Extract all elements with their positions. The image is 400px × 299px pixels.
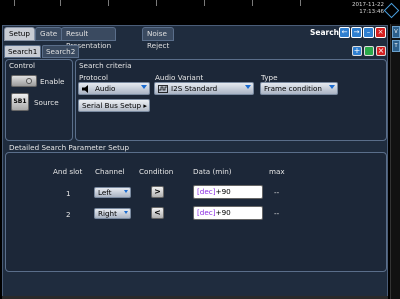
tab-gate[interactable]: Gate bbox=[35, 27, 63, 41]
close-icon[interactable]: × bbox=[375, 27, 386, 38]
time-text: 17:13:46 bbox=[359, 9, 384, 15]
row2-data-field[interactable]: [dec]+90 bbox=[193, 206, 263, 220]
trigger-button[interactable]: T bbox=[392, 40, 400, 52]
control-title: Control bbox=[9, 61, 35, 70]
header-data-min: Data (min) bbox=[193, 167, 232, 176]
enable-label: Enable bbox=[40, 77, 65, 86]
protocol-label: Protocol bbox=[79, 73, 108, 82]
tab-result-presentation[interactable]: Result Presentation bbox=[61, 27, 117, 50]
right-side-strip: V T bbox=[390, 24, 400, 299]
row2-data-prefix: [dec] bbox=[197, 208, 216, 217]
row2-channel-dropdown[interactable]: Right bbox=[94, 208, 131, 219]
audio-variant-label: Audio Variant bbox=[155, 73, 204, 82]
tab-search1[interactable]: Search1 bbox=[4, 45, 42, 58]
row2-data-value: +90 bbox=[215, 208, 231, 217]
back-icon[interactable]: ← bbox=[339, 27, 350, 38]
row1-data-value: +90 bbox=[215, 187, 231, 196]
search-dialog: Setup Gate Result Presentation Noise Rej… bbox=[2, 25, 388, 297]
tab-setup[interactable]: Setup bbox=[4, 27, 35, 41]
chevron-right-icon: ▸ bbox=[143, 101, 147, 110]
vertical-button[interactable]: V bbox=[392, 26, 400, 38]
type-label: Type bbox=[261, 73, 278, 82]
top-status-bar: 2017-11-22 17:13:46 bbox=[0, 0, 400, 24]
row1-channel-value: Left bbox=[98, 188, 112, 197]
row2-condition-button[interactable]: < bbox=[151, 207, 164, 219]
minimize-icon[interactable]: – bbox=[363, 27, 374, 38]
row1-channel-dropdown[interactable]: Left bbox=[94, 187, 131, 198]
row2-slot: 2 bbox=[66, 210, 71, 219]
i2s-waveform-icon bbox=[158, 85, 168, 93]
search-criteria-group: Search criteria Protocol Audio Audio Var… bbox=[75, 59, 387, 141]
copy-search-icon[interactable] bbox=[364, 46, 374, 56]
criteria-title: Search criteria bbox=[79, 61, 132, 70]
connection-diamond-icon[interactable] bbox=[383, 2, 400, 19]
delete-search-icon[interactable]: × bbox=[376, 46, 386, 56]
control-group: Control Enable SB1 Source bbox=[5, 59, 73, 141]
detailed-setup-group: And slot Channel Condition Data (min) ma… bbox=[5, 152, 387, 272]
audio-variant-dropdown[interactable]: I2S Standard bbox=[154, 82, 254, 95]
row1-condition-button[interactable]: > bbox=[151, 186, 164, 198]
row1-max: -- bbox=[274, 188, 280, 197]
enable-toggle[interactable] bbox=[11, 75, 37, 87]
audio-variant-value: I2S Standard bbox=[171, 84, 218, 93]
source-label: Source bbox=[34, 98, 59, 107]
type-value: Frame condition bbox=[264, 84, 322, 93]
header-max: max bbox=[269, 167, 285, 176]
tab-search2[interactable]: Search2 bbox=[42, 45, 80, 58]
header-channel: Channel bbox=[95, 167, 125, 176]
serial-bus-setup-label: Serial Bus Setup bbox=[82, 101, 142, 110]
dialog-title: Search bbox=[309, 28, 339, 37]
row1-data-field[interactable]: [dec]+90 bbox=[193, 185, 263, 199]
row1-slot: 1 bbox=[66, 189, 71, 198]
row2-channel-value: Right bbox=[98, 209, 117, 218]
add-search-icon[interactable]: + bbox=[352, 46, 362, 56]
protocol-value: Audio bbox=[95, 84, 116, 93]
header-and-slot: And slot bbox=[53, 167, 83, 176]
source-button[interactable]: SB1 bbox=[11, 93, 29, 111]
protocol-dropdown[interactable]: Audio bbox=[78, 82, 150, 95]
detailed-setup-title: Detailed Search Parameter Setup bbox=[9, 143, 130, 152]
clock-readout: 2017-11-22 17:13:46 bbox=[352, 2, 384, 16]
header-condition: Condition bbox=[139, 167, 174, 176]
row1-data-prefix: [dec] bbox=[197, 187, 216, 196]
date-text: 2017-11-22 bbox=[352, 2, 384, 8]
audio-speaker-icon bbox=[82, 85, 92, 93]
tab-noise-reject[interactable]: Noise Reject bbox=[142, 27, 175, 50]
row2-max: -- bbox=[274, 209, 280, 218]
type-dropdown[interactable]: Frame condition bbox=[260, 82, 338, 95]
waveform-graticule-ticks bbox=[0, 0, 320, 24]
forward-icon[interactable]: → bbox=[351, 27, 362, 38]
serial-bus-setup-button[interactable]: Serial Bus Setup ▸ bbox=[78, 99, 150, 112]
